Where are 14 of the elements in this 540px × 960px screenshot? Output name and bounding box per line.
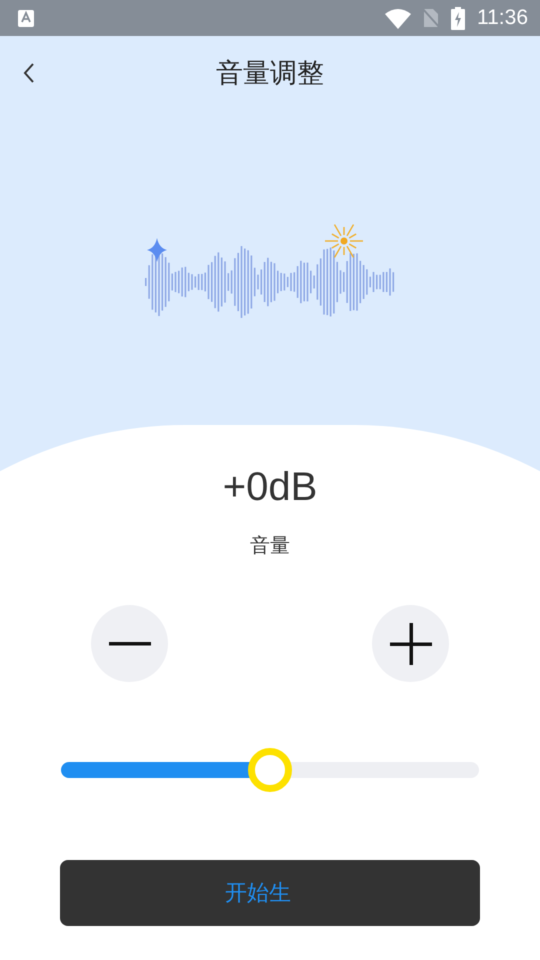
plus-icon — [390, 622, 432, 664]
no-sim-icon — [421, 7, 441, 29]
volume-slider[interactable] — [61, 748, 479, 792]
minus-icon — [108, 642, 150, 646]
volume-label: 音量 — [250, 532, 290, 559]
start-button[interactable]: 开始生 — [60, 860, 480, 926]
slider-thumb[interactable] — [248, 748, 292, 792]
notification-icon — [18, 10, 34, 26]
wifi-icon — [385, 8, 411, 28]
clock-time: 11:36 — [477, 6, 528, 30]
volume-reading: +0dB — [222, 465, 318, 510]
chevron-left-icon — [22, 62, 36, 84]
battery-charging-icon — [451, 6, 465, 30]
page-title: 音量调整 — [216, 57, 324, 91]
